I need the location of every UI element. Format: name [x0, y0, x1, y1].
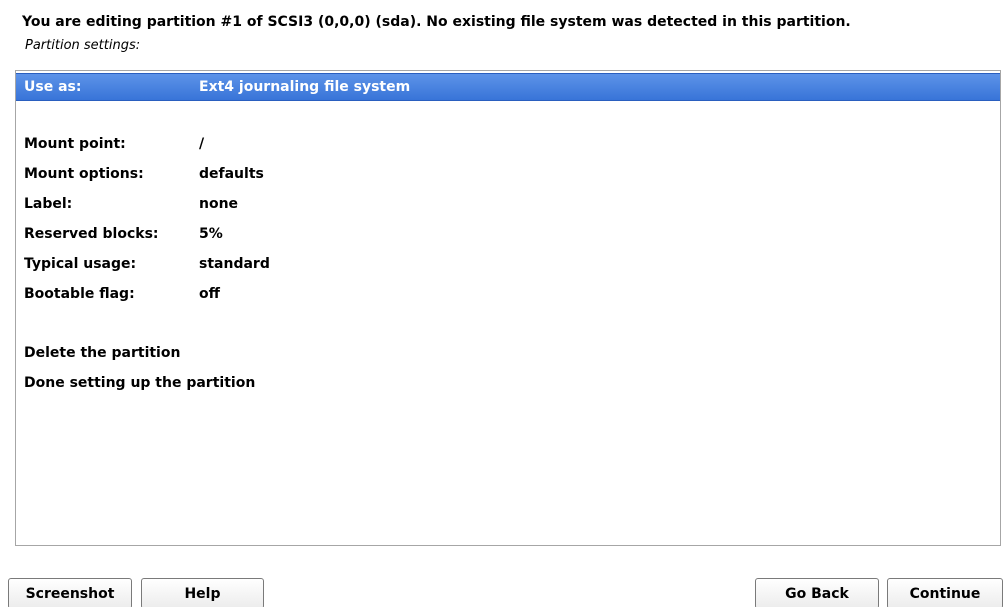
setting-label-bootable-flag: Bootable flag: [24, 286, 135, 302]
go-back-button[interactable]: Go Back [755, 578, 879, 607]
screenshot-button-label: Screenshot [25, 585, 115, 602]
screenshot-button[interactable]: Screenshot [8, 578, 132, 607]
setting-label-use-as: Use as: [24, 79, 82, 95]
setting-value-reserved-blocks: 5% [199, 226, 223, 242]
setting-label-typical-usage: Typical usage: [24, 256, 137, 272]
continue-button[interactable]: Continue [887, 578, 1003, 607]
action-done-setting-up-label: Done setting up the partition [24, 375, 256, 391]
setting-row-reserved-blocks[interactable]: Reserved blocks: 5% [16, 221, 1000, 247]
setting-label-mount-options: Mount options: [24, 166, 144, 182]
setting-row-bootable-flag[interactable]: Bootable flag: off [16, 281, 1000, 307]
setting-value-mount-options: defaults [199, 166, 264, 182]
setting-value-use-as: Ext4 journaling file system [199, 79, 411, 95]
action-done-setting-up[interactable]: Done setting up the partition [16, 370, 1000, 396]
page-subtitle: Partition settings: [25, 38, 141, 53]
setting-value-mount-point: / [199, 136, 205, 152]
setting-value-bootable-flag: off [199, 286, 220, 302]
help-button-label: Help [184, 585, 221, 602]
page-title: You are editing partition #1 of SCSI3 (0… [22, 14, 851, 30]
setting-value-typical-usage: standard [199, 256, 270, 272]
partition-settings-list: Use as: Ext4 journaling file system Moun… [15, 70, 1001, 546]
setting-label-label: Label: [24, 196, 73, 212]
setting-row-mount-options[interactable]: Mount options: defaults [16, 161, 1000, 187]
setting-row-label[interactable]: Label: none [16, 191, 1000, 217]
setting-label-mount-point: Mount point: [24, 136, 126, 152]
setting-label-reserved-blocks: Reserved blocks: [24, 226, 159, 242]
continue-button-label: Continue [909, 585, 981, 602]
setting-row-mount-point[interactable]: Mount point: / [16, 131, 1000, 157]
action-delete-partition-label: Delete the partition [24, 345, 181, 361]
setting-value-label: none [199, 196, 239, 212]
partition-editor-page: You are editing partition #1 of SCSI3 (0… [0, 0, 1003, 607]
setting-row-typical-usage[interactable]: Typical usage: standard [16, 251, 1000, 277]
action-delete-partition[interactable]: Delete the partition [16, 340, 1000, 366]
setting-row-use-as[interactable]: Use as: Ext4 journaling file system [16, 73, 1000, 101]
go-back-button-label: Go Back [785, 585, 849, 602]
help-button[interactable]: Help [141, 578, 264, 607]
